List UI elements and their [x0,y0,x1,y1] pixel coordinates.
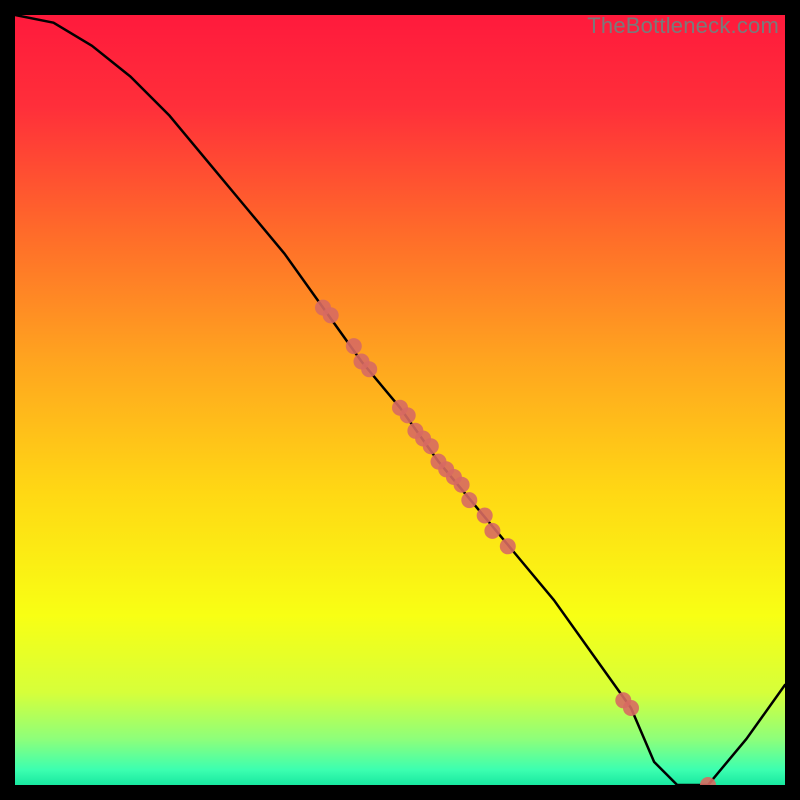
data-point [423,438,439,454]
chart-svg [15,15,785,785]
data-point [623,700,639,716]
data-point [461,492,477,508]
data-point [477,508,493,524]
data-point [346,338,362,354]
data-point [400,407,416,423]
data-point [484,523,500,539]
watermark-text: TheBottleneck.com [587,13,779,39]
data-point [323,307,339,323]
data-point [361,361,377,377]
data-point [454,477,470,493]
chart-frame: TheBottleneck.com [15,15,785,785]
data-point [500,538,516,554]
